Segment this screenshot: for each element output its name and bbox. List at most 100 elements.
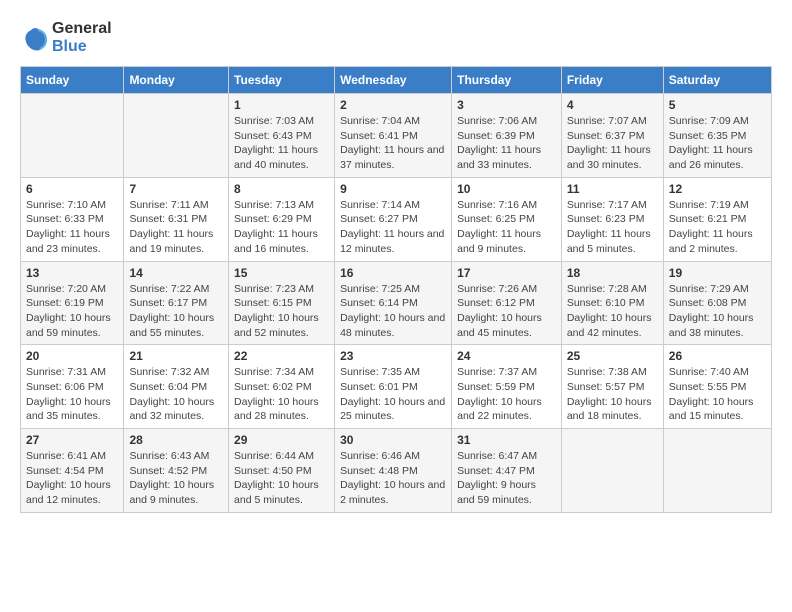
day-number: 25 <box>567 349 658 363</box>
day-info: Sunrise: 7:35 AMSunset: 6:01 PMDaylight:… <box>340 365 446 424</box>
day-cell: 7 Sunrise: 7:11 AMSunset: 6:31 PMDaylight… <box>124 177 229 261</box>
day-cell: 14 Sunrise: 7:22 AMSunset: 6:17 PMDayligh… <box>124 261 229 345</box>
day-info: Sunrise: 7:22 AMSunset: 6:17 PMDaylight:… <box>129 282 223 341</box>
day-cell: 4 Sunrise: 7:07 AMSunset: 6:37 PMDaylight… <box>561 94 663 178</box>
day-info: Sunrise: 7:16 AMSunset: 6:25 PMDaylight:… <box>457 198 556 257</box>
day-info: Sunrise: 7:28 AMSunset: 6:10 PMDaylight:… <box>567 282 658 341</box>
day-cell <box>561 429 663 513</box>
calendar-header-row: SundayMondayTuesdayWednesdayThursdayFrid… <box>21 67 772 94</box>
day-number: 3 <box>457 98 556 112</box>
day-number: 31 <box>457 433 556 447</box>
day-info: Sunrise: 7:29 AMSunset: 6:08 PMDaylight:… <box>669 282 766 341</box>
day-info: Sunrise: 7:09 AMSunset: 6:35 PMDaylight:… <box>669 114 766 173</box>
day-number: 14 <box>129 266 223 280</box>
day-number: 9 <box>340 182 446 196</box>
day-cell: 29 Sunrise: 6:44 AMSunset: 4:50 PMDayligh… <box>229 429 335 513</box>
day-info: Sunrise: 7:25 AMSunset: 6:14 PMDaylight:… <box>340 282 446 341</box>
week-row-5: 27 Sunrise: 6:41 AMSunset: 4:54 PMDayligh… <box>21 429 772 513</box>
day-info: Sunrise: 7:19 AMSunset: 6:21 PMDaylight:… <box>669 198 766 257</box>
day-cell <box>663 429 771 513</box>
day-cell: 5Sunrise: 7:09 AMSunset: 6:35 PMDaylight… <box>663 94 771 178</box>
column-header-friday: Friday <box>561 67 663 94</box>
day-number: 16 <box>340 266 446 280</box>
page-header: General Blue <box>20 20 772 56</box>
day-info: Sunrise: 6:46 AMSunset: 4:48 PMDaylight:… <box>340 449 446 508</box>
day-cell: 23Sunrise: 7:35 AMSunset: 6:01 PMDayligh… <box>335 345 452 429</box>
week-row-1: 1Sunrise: 7:03 AMSunset: 6:43 PMDaylight… <box>21 94 772 178</box>
day-number: 26 <box>669 349 766 363</box>
day-number: 10 <box>457 182 556 196</box>
day-number: 20 <box>26 349 118 363</box>
day-cell: 8 Sunrise: 7:13 AMSunset: 6:29 PMDaylight… <box>229 177 335 261</box>
column-header-wednesday: Wednesday <box>335 67 452 94</box>
day-info: Sunrise: 7:40 AMSunset: 5:55 PMDaylight:… <box>669 365 766 424</box>
day-cell: 21Sunrise: 7:32 AMSunset: 6:04 PMDayligh… <box>124 345 229 429</box>
day-number: 11 <box>567 182 658 196</box>
day-number: 18 <box>567 266 658 280</box>
day-cell: 20Sunrise: 7:31 AMSunset: 6:06 PMDayligh… <box>21 345 124 429</box>
day-number: 8 <box>234 182 329 196</box>
day-number: 22 <box>234 349 329 363</box>
day-number: 17 <box>457 266 556 280</box>
logo: General Blue <box>20 20 112 56</box>
calendar-body: 1Sunrise: 7:03 AMSunset: 6:43 PMDaylight… <box>21 94 772 513</box>
day-info: Sunrise: 6:41 AMSunset: 4:54 PMDaylight:… <box>26 449 118 508</box>
column-header-monday: Monday <box>124 67 229 94</box>
day-info: Sunrise: 6:44 AMSunset: 4:50 PMDaylight:… <box>234 449 329 508</box>
column-header-thursday: Thursday <box>452 67 562 94</box>
day-info: Sunrise: 7:14 AMSunset: 6:27 PMDaylight:… <box>340 198 446 257</box>
week-row-4: 20Sunrise: 7:31 AMSunset: 6:06 PMDayligh… <box>21 345 772 429</box>
calendar-table: SundayMondayTuesdayWednesdayThursdayFrid… <box>20 66 772 513</box>
day-number: 12 <box>669 182 766 196</box>
logo-icon <box>20 24 48 52</box>
day-cell <box>21 94 124 178</box>
day-cell: 3Sunrise: 7:06 AMSunset: 6:39 PMDaylight… <box>452 94 562 178</box>
day-info: Sunrise: 7:03 AMSunset: 6:43 PMDaylight:… <box>234 114 329 173</box>
day-info: Sunrise: 7:10 AMSunset: 6:33 PMDaylight:… <box>26 198 118 257</box>
day-number: 13 <box>26 266 118 280</box>
day-info: Sunrise: 7:17 AMSunset: 6:23 PMDaylight:… <box>567 198 658 257</box>
day-cell: 28 Sunrise: 6:43 AMSunset: 4:52 PMDayligh… <box>124 429 229 513</box>
day-cell: 11 Sunrise: 7:17 AMSunset: 6:23 PMDayligh… <box>561 177 663 261</box>
day-number: 15 <box>234 266 329 280</box>
day-cell: 22Sunrise: 7:34 AMSunset: 6:02 PMDayligh… <box>229 345 335 429</box>
day-cell: 2Sunrise: 7:04 AMSunset: 6:41 PMDaylight… <box>335 94 452 178</box>
day-number: 27 <box>26 433 118 447</box>
day-cell: 18 Sunrise: 7:28 AMSunset: 6:10 PMDayligh… <box>561 261 663 345</box>
day-info: Sunrise: 7:20 AMSunset: 6:19 PMDaylight:… <box>26 282 118 341</box>
day-info: Sunrise: 7:38 AMSunset: 5:57 PMDaylight:… <box>567 365 658 424</box>
day-cell: 10 Sunrise: 7:16 AMSunset: 6:25 PMDayligh… <box>452 177 562 261</box>
day-number: 30 <box>340 433 446 447</box>
day-cell: 16 Sunrise: 7:25 AMSunset: 6:14 PMDayligh… <box>335 261 452 345</box>
logo-general: General <box>52 20 112 37</box>
day-cell: 25 Sunrise: 7:38 AMSunset: 5:57 PMDayligh… <box>561 345 663 429</box>
column-header-sunday: Sunday <box>21 67 124 94</box>
day-cell: 12 Sunrise: 7:19 AMSunset: 6:21 PMDayligh… <box>663 177 771 261</box>
day-cell: 26 Sunrise: 7:40 AMSunset: 5:55 PMDayligh… <box>663 345 771 429</box>
day-info: Sunrise: 7:11 AMSunset: 6:31 PMDaylight:… <box>129 198 223 257</box>
column-header-tuesday: Tuesday <box>229 67 335 94</box>
day-number: 6 <box>26 182 118 196</box>
day-info: Sunrise: 7:37 AMSunset: 5:59 PMDaylight:… <box>457 365 556 424</box>
day-info: Sunrise: 6:43 AMSunset: 4:52 PMDaylight:… <box>129 449 223 508</box>
day-number: 28 <box>129 433 223 447</box>
day-info: Sunrise: 7:13 AMSunset: 6:29 PMDaylight:… <box>234 198 329 257</box>
day-info: Sunrise: 7:23 AMSunset: 6:15 PMDaylight:… <box>234 282 329 341</box>
day-cell: 9 Sunrise: 7:14 AMSunset: 6:27 PMDaylight… <box>335 177 452 261</box>
logo-blue: Blue <box>52 38 87 55</box>
day-info: Sunrise: 7:07 AMSunset: 6:37 PMDaylight:… <box>567 114 658 173</box>
day-cell: 6 Sunrise: 7:10 AMSunset: 6:33 PMDaylight… <box>21 177 124 261</box>
day-number: 4 <box>567 98 658 112</box>
day-cell: 1Sunrise: 7:03 AMSunset: 6:43 PMDaylight… <box>229 94 335 178</box>
day-cell: 19Sunrise: 7:29 AMSunset: 6:08 PMDayligh… <box>663 261 771 345</box>
day-info: Sunrise: 6:47 AMSunset: 4:47 PMDaylight:… <box>457 449 556 508</box>
day-cell: 30 Sunrise: 6:46 AMSunset: 4:48 PMDayligh… <box>335 429 452 513</box>
day-cell: 24Sunrise: 7:37 AMSunset: 5:59 PMDayligh… <box>452 345 562 429</box>
day-info: Sunrise: 7:26 AMSunset: 6:12 PMDaylight:… <box>457 282 556 341</box>
day-info: Sunrise: 7:32 AMSunset: 6:04 PMDaylight:… <box>129 365 223 424</box>
day-number: 7 <box>129 182 223 196</box>
day-cell: 17 Sunrise: 7:26 AMSunset: 6:12 PMDayligh… <box>452 261 562 345</box>
week-row-2: 6 Sunrise: 7:10 AMSunset: 6:33 PMDaylight… <box>21 177 772 261</box>
day-cell: 13 Sunrise: 7:20 AMSunset: 6:19 PMDayligh… <box>21 261 124 345</box>
day-number: 29 <box>234 433 329 447</box>
